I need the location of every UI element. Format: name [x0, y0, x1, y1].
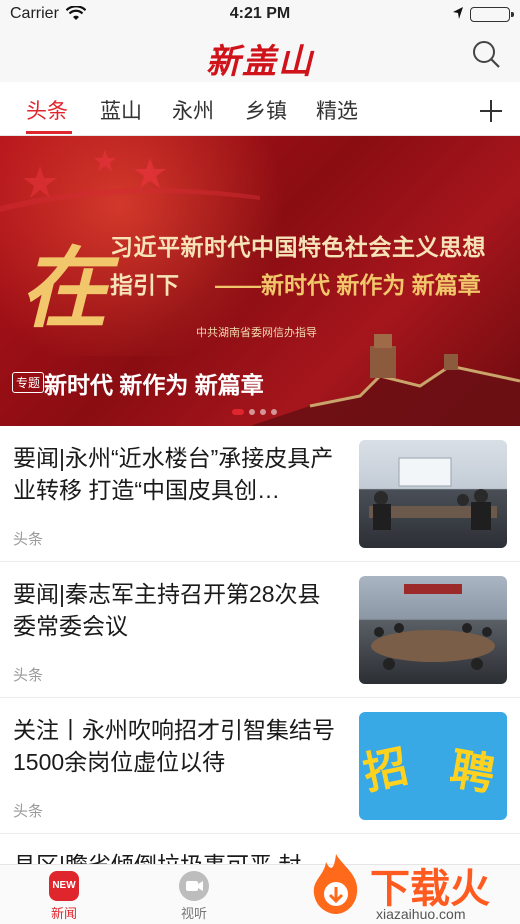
- tab-lanshan[interactable]: 蓝山: [100, 95, 142, 125]
- tab-toutiao[interactable]: 头条: [26, 95, 68, 125]
- news-title: 关注丨永州吹响招才引智集结号 1500余岗位虚位以待: [13, 717, 335, 775]
- banner-headline-line2b: ——新时代 新作为 新篇章: [215, 272, 481, 298]
- news-icon: NEW: [49, 871, 79, 901]
- carousel-dots: [232, 402, 282, 420]
- tab-yongzhou[interactable]: 永州: [172, 95, 214, 125]
- app-header: 新盖山: [0, 28, 520, 82]
- watermark: 下载火 xiazaihuo.com: [300, 848, 520, 924]
- tab-jingxuan[interactable]: 精选: [316, 95, 358, 125]
- news-title: 县区|瞻省倾倒垃圾事可恶 封…: [13, 846, 324, 864]
- thumbnail-text: 招: [359, 741, 413, 799]
- carousel-dot[interactable]: [249, 409, 255, 415]
- thumbnail-text: 聘: [446, 744, 499, 801]
- clock: 4:21 PM: [229, 5, 291, 22]
- tab-news-label: 新闻: [50, 906, 77, 921]
- tab-media-label: 视听: [180, 906, 207, 921]
- hero-banner[interactable]: 在 习近平新时代中国特色社会主义思想 指引下 ——新时代 新作为 新篇章 中共湖…: [0, 136, 520, 426]
- banner-headline-line1: 习近平新时代中国特色社会主义思想: [110, 234, 486, 260]
- tab-news[interactable]: NEW 新闻: [29, 871, 99, 922]
- location-arrow-icon: [452, 6, 464, 25]
- news-item[interactable]: 要闻|永州“近水楼台”承接皮具产业转移 打造“中国皮具创… 头条: [0, 426, 520, 562]
- news-source: 头条: [13, 667, 44, 684]
- search-icon[interactable]: [470, 38, 502, 75]
- tab-media[interactable]: 视听: [159, 871, 229, 922]
- banner-large-character: 在: [20, 236, 109, 340]
- banner-topic-title: 新时代 新作为 新篇章: [44, 372, 264, 398]
- battery-icon: [470, 7, 514, 22]
- tab-xiangzhen[interactable]: 乡镇: [245, 95, 287, 125]
- news-item[interactable]: 要闻|秦志军主持召开第28次县委常委会议 头条: [0, 562, 520, 698]
- app-logo: 新盖山: [206, 42, 314, 82]
- news-title: 要闻|秦志军主持召开第28次县委常委会议: [13, 581, 321, 639]
- news-thumbnail: [359, 576, 507, 684]
- flame-logo-icon: [313, 854, 358, 914]
- great-wall-image: [250, 326, 520, 426]
- news-item[interactable]: 关注丨永州吹响招才引智集结号 1500余岗位虚位以待 头条 招 聘: [0, 698, 520, 834]
- news-source: 头条: [13, 531, 44, 548]
- add-channel-icon[interactable]: [478, 88, 504, 133]
- channel-tabs: 头条 蓝山 永州 乡镇 精选: [0, 82, 520, 136]
- watermark-url: xiazaihuo.com: [376, 906, 466, 922]
- carousel-dot[interactable]: [260, 409, 266, 415]
- active-tab-indicator: [26, 131, 72, 134]
- banner-headline-line2a: 指引下: [110, 272, 179, 298]
- news-title: 要闻|永州“近水楼台”承接皮具产业转移 打造“中国皮具创…: [13, 445, 334, 503]
- status-bar: Carrier 4:21 PM: [0, 0, 520, 28]
- news-thumbnail: [359, 440, 507, 548]
- carousel-dot[interactable]: [271, 409, 277, 415]
- news-source: 头条: [13, 803, 44, 820]
- video-camera-icon: [179, 871, 209, 901]
- carousel-dot[interactable]: [232, 409, 244, 415]
- news-thumbnail: 招 聘: [359, 712, 507, 820]
- topic-badge: 专题: [12, 372, 45, 393]
